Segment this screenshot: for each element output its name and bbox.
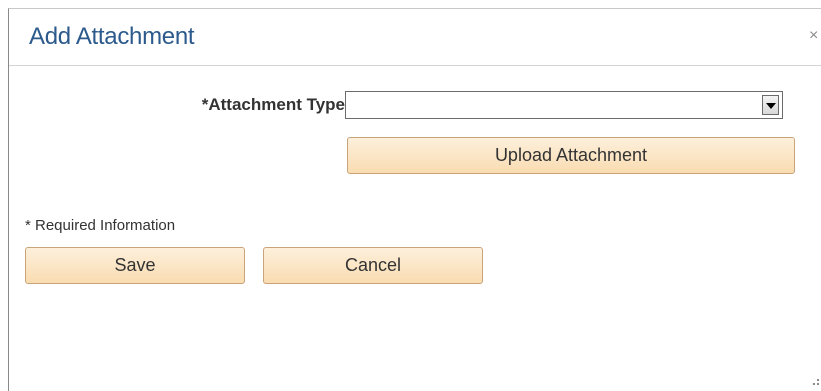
cancel-button[interactable]: Cancel — [263, 247, 483, 284]
save-button[interactable]: Save — [25, 247, 245, 284]
dialog-title: Add Attachment — [29, 23, 195, 50]
upload-attachment-button[interactable]: Upload Attachment — [347, 137, 795, 174]
attachment-type-label: *Attachment Type — [201, 95, 345, 114]
chevron-down-icon[interactable] — [762, 95, 779, 115]
required-information-note: * Required Information — [25, 217, 176, 234]
dialog-titlebar: Add Attachment × — [9, 9, 821, 66]
add-attachment-dialog: Add Attachment × *Attachment Type Upload… — [8, 8, 821, 391]
resize-grip-icon[interactable] — [813, 379, 819, 387]
attachment-type-select[interactable] — [345, 91, 783, 119]
close-icon[interactable]: × — [809, 27, 821, 45]
